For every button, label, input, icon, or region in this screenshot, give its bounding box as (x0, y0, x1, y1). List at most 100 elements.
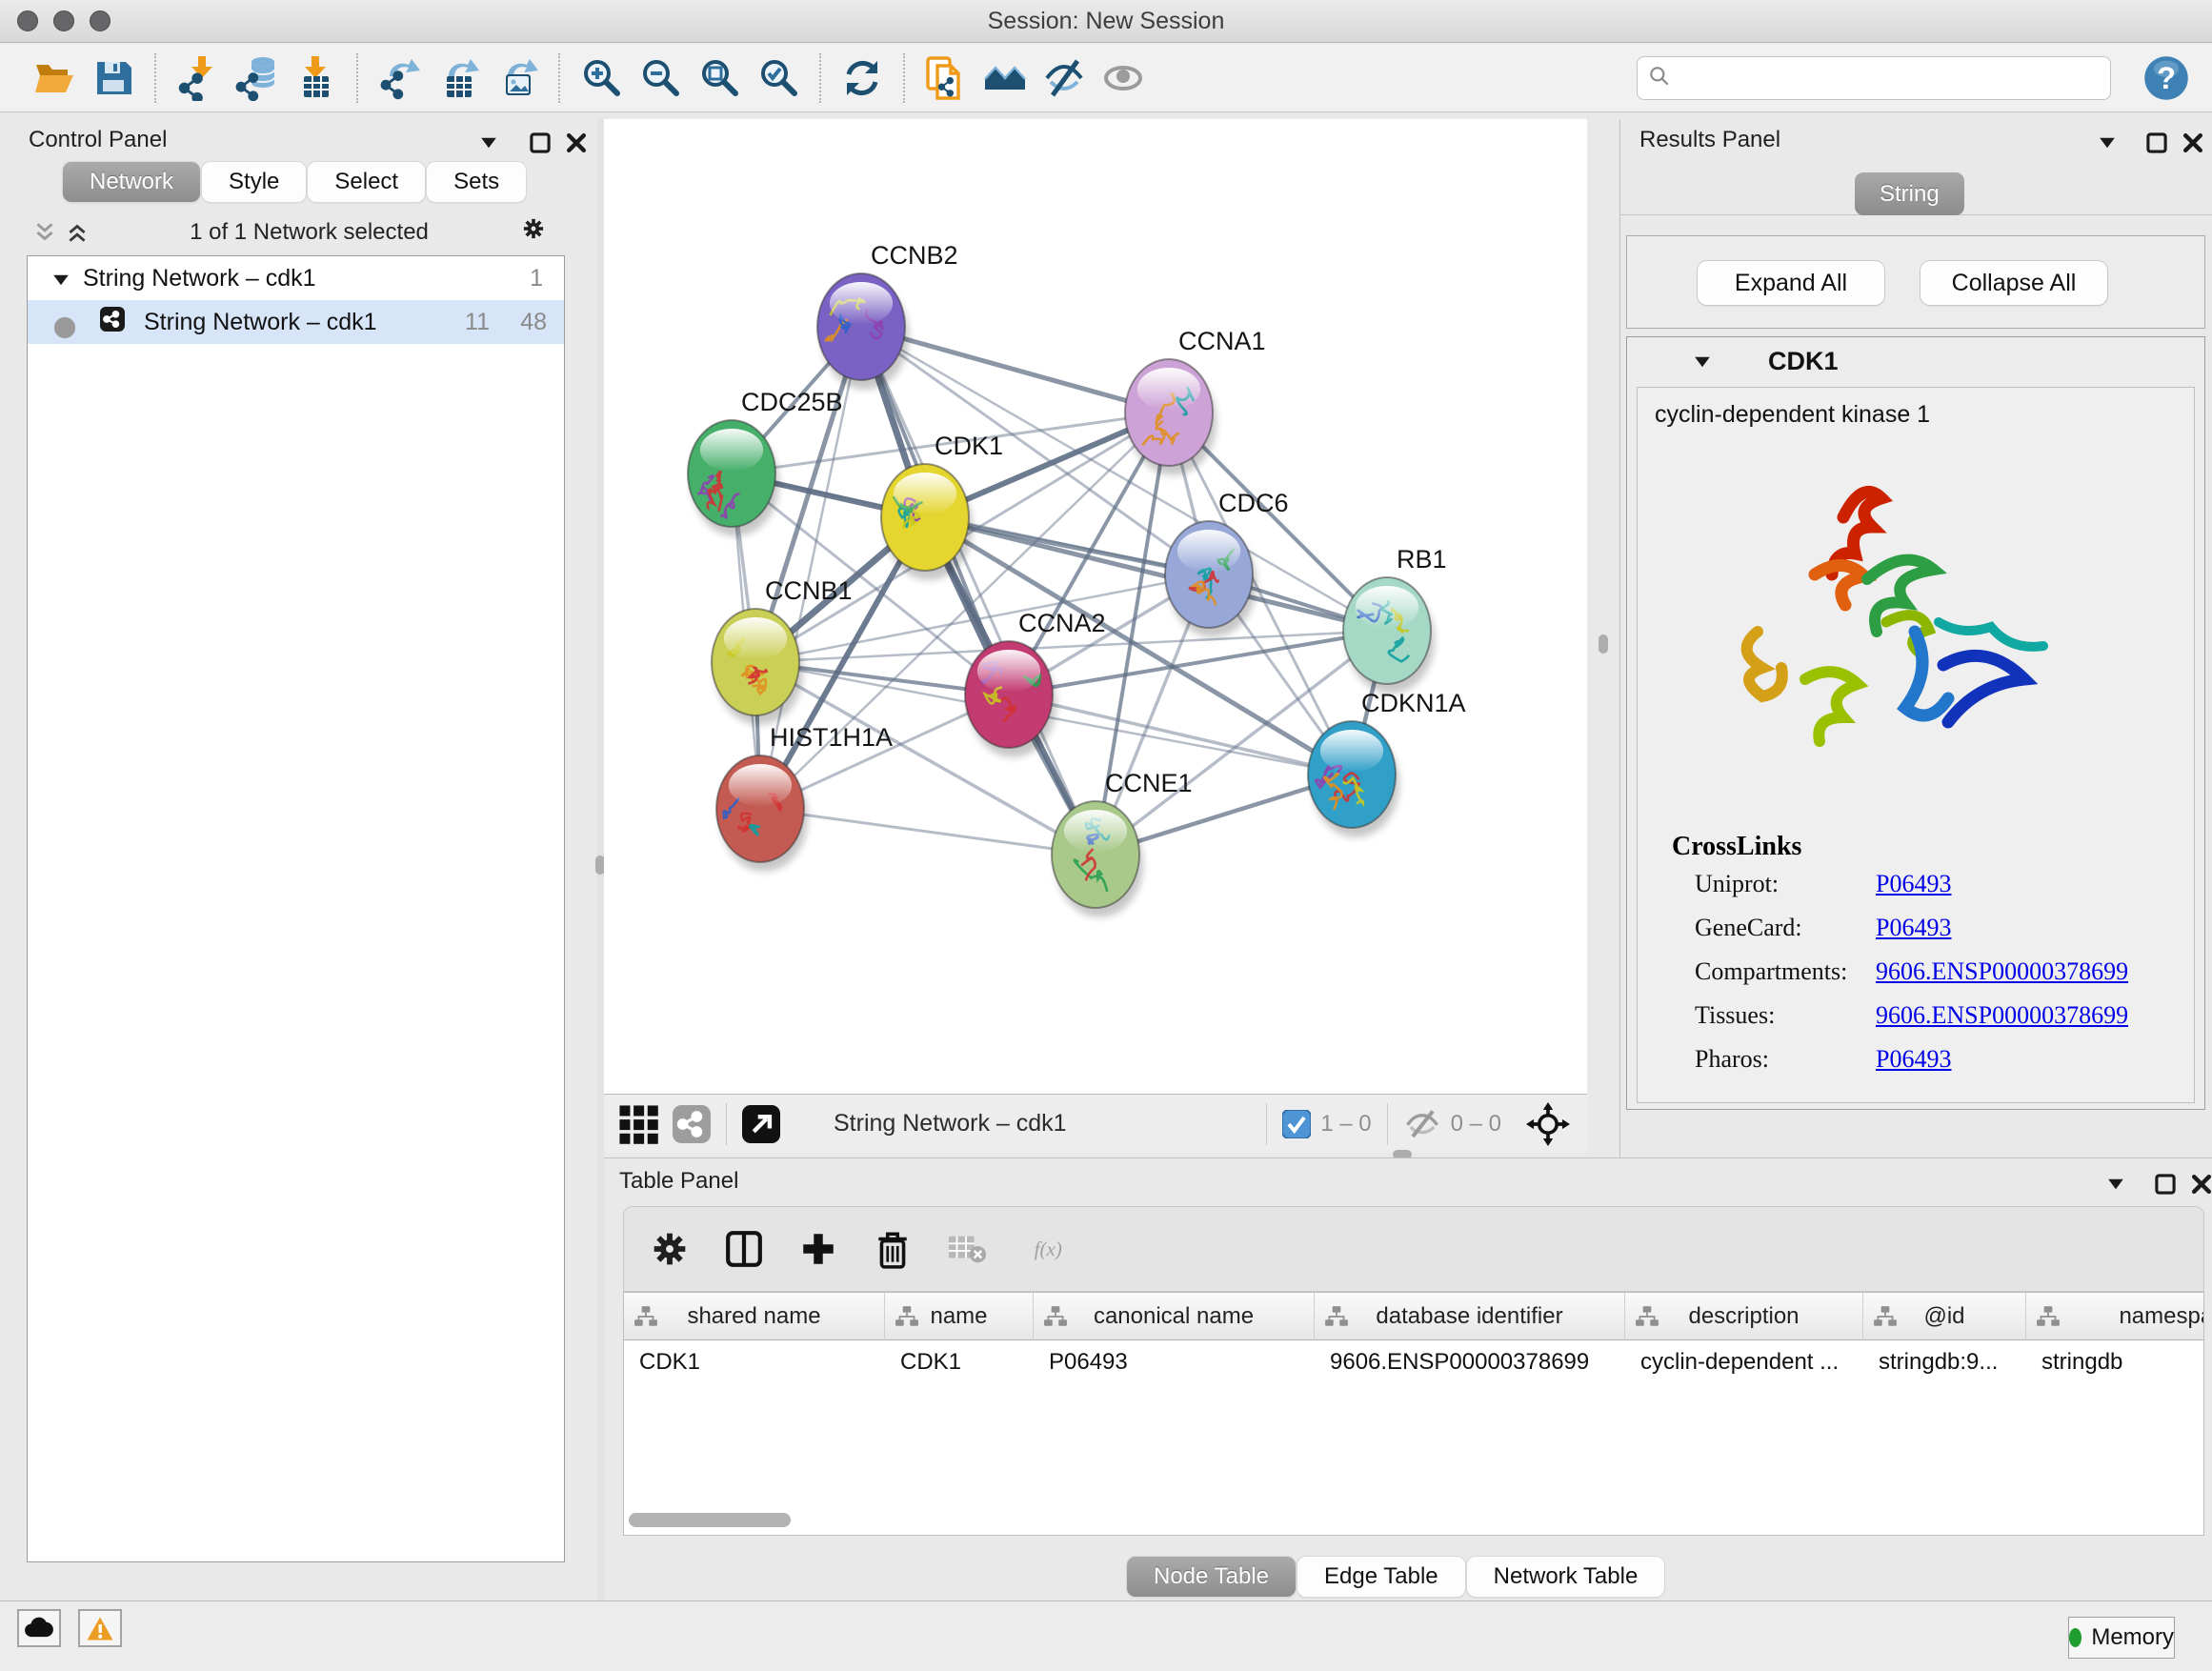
cloud-button[interactable] (17, 1609, 61, 1647)
zoom-in-button[interactable] (572, 50, 631, 106)
zoom-out-button[interactable] (631, 50, 690, 106)
crosslink-link[interactable]: P06493 (1876, 1045, 1951, 1074)
float-panel-icon[interactable] (528, 131, 553, 155)
help-button[interactable]: ? (2142, 53, 2191, 103)
cell-@id[interactable]: stringdb:9... (1863, 1340, 2026, 1384)
hide-selected-button[interactable] (1035, 50, 1094, 106)
search-box[interactable] (1637, 56, 2111, 100)
column-header-database-identifier[interactable]: database identifier (1315, 1293, 1625, 1340)
node-cdkn1a[interactable] (1308, 721, 1399, 837)
expand-all-networks-icon[interactable] (65, 220, 90, 245)
column-header-canonical-name[interactable]: canonical name (1034, 1293, 1315, 1340)
export-network-button[interactable] (370, 50, 429, 106)
hidden-eye-icon[interactable] (1403, 1108, 1441, 1140)
network-view-icon[interactable] (673, 1105, 711, 1143)
node-table[interactable]: shared namenamecanonical namedatabase id… (623, 1292, 2204, 1536)
node-ccne1[interactable] (1052, 801, 1143, 917)
tab-node-table[interactable]: Node Table (1127, 1557, 1296, 1597)
apply-layout-button[interactable] (833, 50, 892, 106)
node-cdk1[interactable] (881, 464, 973, 580)
search-input[interactable] (1672, 64, 2101, 92)
export-image-button[interactable] (488, 50, 547, 106)
cell-name[interactable]: CDK1 (885, 1340, 1034, 1384)
tab-string[interactable]: String (1855, 172, 1964, 215)
node-ccna1[interactable] (1125, 359, 1217, 475)
table-options-icon[interactable] (647, 1226, 693, 1272)
import-network-database-button[interactable] (227, 50, 286, 106)
crosslink-link[interactable]: P06493 (1876, 870, 1951, 898)
selected-checkbox-icon[interactable] (1282, 1110, 1311, 1138)
node-ccnb1[interactable] (712, 609, 803, 725)
column-header-@id[interactable]: @id (1863, 1293, 2026, 1340)
show-columns-icon[interactable] (721, 1226, 767, 1272)
cell-canonical-name[interactable]: P06493 (1034, 1340, 1315, 1384)
network-canvas[interactable]: CCNB2CCNA1CDC25BCDK1CDC6RB1CCNB1CCNA2CDK… (604, 119, 1587, 1094)
network-list-options-icon[interactable] (521, 216, 553, 249)
collapse-all-button[interactable]: Collapse All (1920, 261, 2107, 305)
column-header-shared-name[interactable]: shared name (624, 1293, 885, 1340)
collapse-panel-icon[interactable] (2103, 1172, 2128, 1197)
cell-namespace[interactable]: stringdb (2026, 1340, 2204, 1384)
gene-section: CDK1 cyclin-dependent kinase 1 (1626, 336, 2205, 1110)
import-table-file-button[interactable] (286, 50, 345, 106)
collapse-panel-icon[interactable] (476, 131, 501, 155)
collection-expander-icon[interactable] (49, 268, 70, 289)
close-panel-icon[interactable] (2181, 131, 2205, 155)
import-network-file-button[interactable] (168, 50, 227, 106)
crosslink-link[interactable]: 9606.ENSP00000378699 (1876, 1001, 2128, 1030)
zoom-fit-button[interactable] (690, 50, 749, 106)
birdseye-navigator-icon[interactable] (1526, 1102, 1570, 1146)
close-panel-icon[interactable] (2189, 1172, 2212, 1197)
float-panel-icon[interactable] (2144, 131, 2169, 155)
gene-expander-icon[interactable] (1690, 350, 1713, 372)
warnings-button[interactable] (78, 1609, 122, 1647)
network-collection-row[interactable]: String Network – cdk1 1 (28, 256, 564, 300)
expand-all-button[interactable]: Expand All (1698, 261, 1884, 305)
grid-mode-icon[interactable] (617, 1103, 659, 1145)
node-ccna2[interactable] (965, 641, 1056, 757)
node-rb1[interactable] (1343, 577, 1435, 694)
crosslink-link[interactable]: 9606.ENSP00000378699 (1876, 957, 2128, 986)
node-cdc6[interactable] (1165, 521, 1257, 637)
cell-description[interactable]: cyclin-dependent ... (1625, 1340, 1863, 1384)
column-header-name[interactable]: name (885, 1293, 1034, 1340)
column-header-description[interactable]: description (1625, 1293, 1863, 1340)
right-splitter[interactable] (1587, 119, 1619, 1158)
tab-network-table[interactable]: Network Table (1467, 1557, 1665, 1597)
node-hist1h1a[interactable] (714, 755, 808, 872)
save-session-button[interactable] (84, 50, 143, 106)
tab-network[interactable]: Network (63, 162, 200, 202)
tab-sets[interactable]: Sets (427, 162, 526, 202)
left-splitter[interactable] (597, 119, 604, 1601)
collapse-all-networks-icon[interactable] (32, 220, 57, 245)
show-all-button[interactable] (1094, 50, 1153, 106)
tab-style[interactable]: Style (202, 162, 306, 202)
detach-view-icon[interactable] (742, 1105, 780, 1143)
collapse-panel-icon[interactable] (2095, 131, 2120, 155)
node-ccnb2[interactable] (817, 273, 909, 390)
gene-section-header[interactable]: CDK1 (1627, 337, 2204, 385)
first-neighbors-button[interactable] (975, 50, 1035, 106)
right-splitter-handle[interactable] (1599, 634, 1608, 654)
selected-counts: 1 – 0 (1320, 1111, 1371, 1137)
tab-edge-table[interactable]: Edge Table (1297, 1557, 1465, 1597)
open-file-button[interactable] (25, 50, 84, 106)
memory-button[interactable]: Memory (2068, 1617, 2175, 1659)
crosslink-link[interactable]: P06493 (1876, 914, 1951, 942)
table-row[interactable]: CDK1CDK1P064939606.ENSP00000378699cyclin… (624, 1340, 2204, 1384)
delete-column-icon[interactable] (870, 1226, 915, 1272)
cell-shared-name[interactable]: CDK1 (624, 1340, 885, 1384)
new-network-from-selection-button[interactable] (916, 50, 975, 106)
float-panel-icon[interactable] (2153, 1172, 2178, 1197)
zoom-selected-button[interactable] (749, 50, 808, 106)
network-row[interactable]: String Network – cdk1 11 48 (28, 300, 564, 344)
close-panel-icon[interactable] (564, 131, 589, 155)
cell-database-identifier[interactable]: 9606.ENSP00000378699 (1315, 1340, 1625, 1384)
network-graph[interactable]: CCNB2CCNA1CDC25BCDK1CDC6RB1CCNB1CCNA2CDK… (604, 119, 1587, 1094)
horizontal-scrollbar-thumb[interactable] (629, 1513, 791, 1527)
column-header-namespace[interactable]: namespace (2026, 1293, 2204, 1340)
tab-select[interactable]: Select (308, 162, 425, 202)
add-column-icon[interactable] (795, 1226, 841, 1272)
control-panel-title: Control Panel (29, 127, 167, 153)
export-table-button[interactable] (429, 50, 488, 106)
